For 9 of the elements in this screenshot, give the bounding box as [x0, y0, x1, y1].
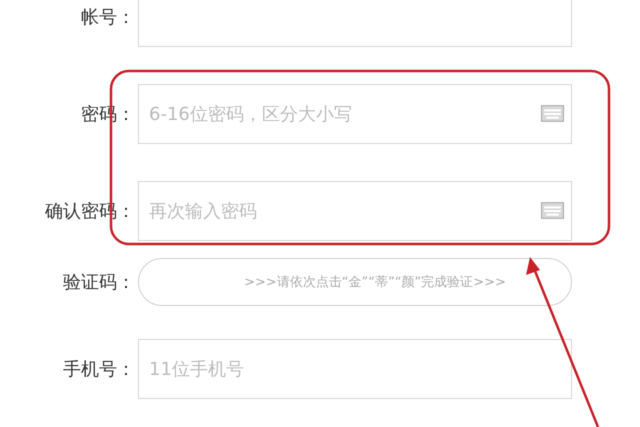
input-field[interactable] [138, 0, 572, 47]
keyboard-icon[interactable] [541, 202, 564, 219]
keyboard-icon[interactable] [541, 105, 564, 122]
field-label: 帐号： [80, 6, 136, 29]
input-field[interactable]: 再次输入密码 [138, 181, 572, 241]
input-field[interactable]: 6-16位密码，区分大小写 [138, 84, 572, 144]
field-label: 验证码： [62, 271, 136, 294]
input-field[interactable]: 11位手机号 [138, 339, 572, 399]
field-label: 手机号： [62, 358, 136, 381]
